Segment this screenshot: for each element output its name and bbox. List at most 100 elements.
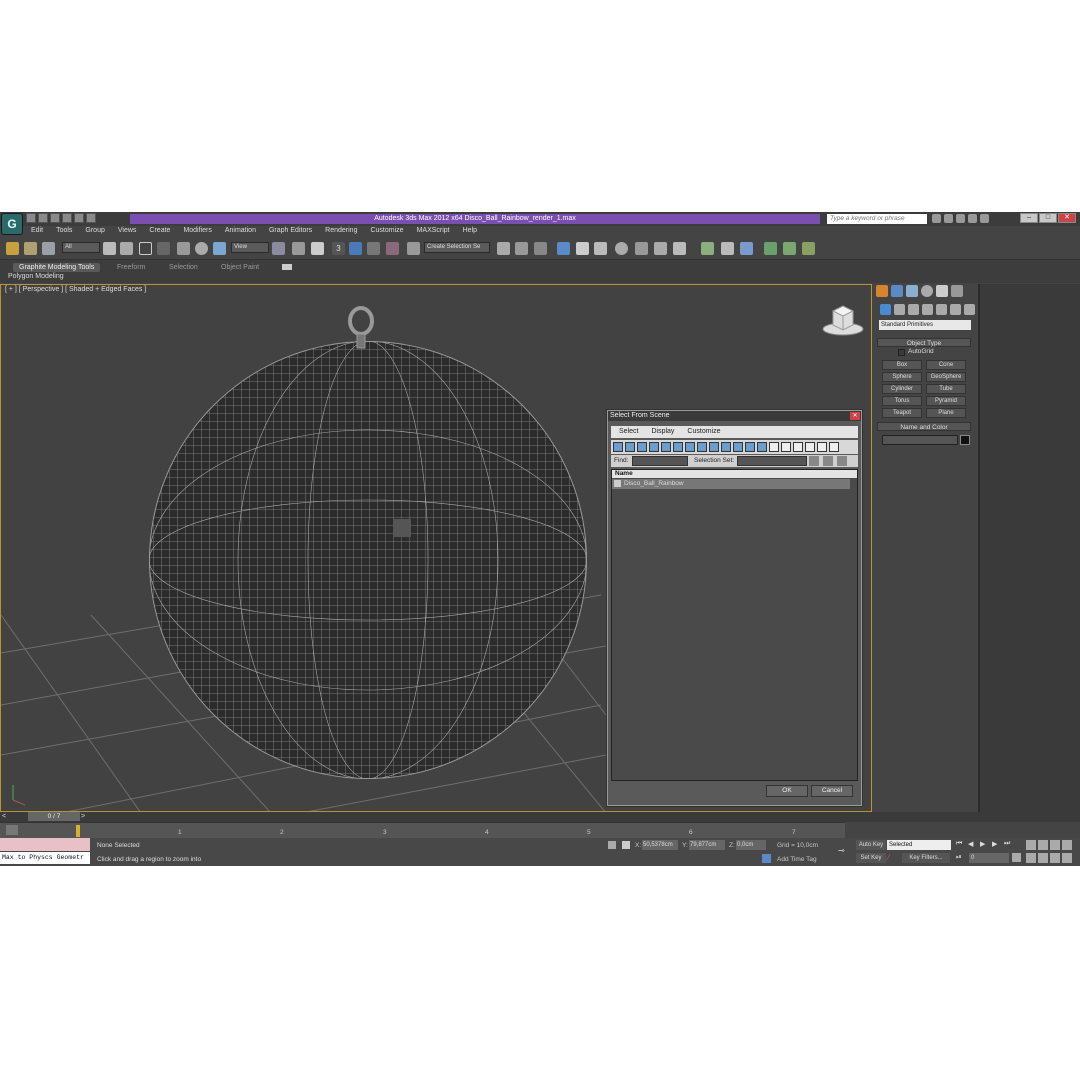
hierarchy-tab-icon[interactable] <box>906 285 918 297</box>
frame-counter[interactable]: 0 / 7 <box>28 812 80 821</box>
name-column-header[interactable]: Name <box>612 470 857 478</box>
menu-help[interactable]: Help <box>456 226 483 237</box>
zoom-all-icon[interactable] <box>1038 840 1048 850</box>
time-tag-icon[interactable] <box>762 854 771 863</box>
display-xrefs-icon[interactable] <box>697 442 707 452</box>
application-button[interactable]: G <box>1 213 23 235</box>
time-slider[interactable]: < 0 / 7 > <box>0 812 1080 822</box>
absolute-mode-icon[interactable] <box>622 841 630 849</box>
move-icon[interactable] <box>177 242 190 255</box>
lights-icon[interactable] <box>908 304 919 315</box>
scale-icon[interactable] <box>213 242 226 255</box>
menu-edit[interactable]: Edit <box>24 226 49 237</box>
menu-create[interactable]: Create <box>142 226 176 237</box>
name-and-color-rollout[interactable]: Name and Color <box>877 422 971 431</box>
percent-snap-icon[interactable] <box>367 242 380 255</box>
menu-animation[interactable]: Animation <box>218 226 262 237</box>
space-warps-icon[interactable] <box>950 304 961 315</box>
display-all-icon[interactable] <box>757 442 767 452</box>
selection-filter-dropdown[interactable]: All <box>62 242 100 253</box>
layer-manager-icon[interactable] <box>534 242 547 255</box>
edit-set-icon[interactable] <box>823 456 833 466</box>
reference-coordinate-dropdown[interactable]: View <box>231 242 269 253</box>
save-file-icon[interactable] <box>50 213 60 223</box>
tab-selection[interactable]: Selection <box>169 263 198 272</box>
key-mode-toggle-icon[interactable]: ⏯ <box>956 854 966 863</box>
create-set-icon[interactable] <box>809 456 819 466</box>
display-bones-icon[interactable] <box>709 442 719 452</box>
material-editor-icon[interactable] <box>615 242 628 255</box>
systems-icon[interactable] <box>964 304 975 315</box>
containers-icon[interactable] <box>701 242 714 255</box>
cameras-icon[interactable] <box>922 304 933 315</box>
set-key-icon[interactable]: ⁄ <box>888 853 900 863</box>
ribbon-panel-label[interactable]: Polygon Modeling <box>8 273 64 280</box>
z-coordinate-field[interactable]: 0,0cm <box>736 840 766 850</box>
dialog-menu-customize[interactable]: Customize <box>679 426 725 438</box>
rectangular-selection-icon[interactable] <box>139 242 152 255</box>
simulation-step-icon[interactable] <box>783 242 796 255</box>
unlink-icon[interactable] <box>24 242 37 255</box>
menu-rendering[interactable]: Rendering <box>318 226 363 237</box>
particle-view-icon[interactable] <box>721 242 734 255</box>
angle-snap-icon[interactable] <box>349 242 362 255</box>
open-file-icon[interactable] <box>38 213 48 223</box>
minimize-button[interactable]: – <box>1020 213 1038 223</box>
tab-object-paint[interactable]: Object Paint <box>221 263 259 272</box>
filter-options-icon[interactable] <box>829 442 839 452</box>
go-to-start-icon[interactable]: ⏮ <box>956 840 965 849</box>
motion-tab-icon[interactable] <box>921 285 933 297</box>
menu-views[interactable]: Views <box>111 226 143 237</box>
pyramid-button[interactable]: Pyramid <box>926 396 966 406</box>
create-tab-icon[interactable] <box>876 285 888 297</box>
close-button[interactable]: ✕ <box>1058 213 1076 223</box>
teapot-button[interactable]: Teapot <box>882 408 922 418</box>
menu-maxscript[interactable]: MAXScript <box>410 226 456 237</box>
tab-graphite-modeling-tools[interactable]: Graphite Modeling Tools <box>13 263 101 272</box>
add-time-tag[interactable]: Add Time Tag <box>777 856 817 863</box>
rendered-frame-window-icon[interactable] <box>654 242 667 255</box>
select-manipulate-icon[interactable] <box>292 242 305 255</box>
geometry-icon[interactable] <box>880 304 891 315</box>
object-type-rollout[interactable]: Object Type <box>877 338 971 347</box>
curve-editor-icon[interactable] <box>576 242 589 255</box>
helpers-icon[interactable] <box>936 304 947 315</box>
next-frame-icon[interactable]: ▶ <box>992 840 1001 849</box>
undo-icon[interactable] <box>62 213 72 223</box>
simulation-play-icon[interactable] <box>764 242 777 255</box>
display-lights-icon[interactable] <box>637 442 647 452</box>
bind-space-warp-icon[interactable] <box>42 242 55 255</box>
mirror-icon[interactable] <box>497 242 510 255</box>
timeline-track[interactable]: 1 2 3 4 5 6 7 <box>0 822 845 838</box>
zoom-extents-all-icon[interactable] <box>1062 840 1072 850</box>
schematic-view-icon[interactable] <box>594 242 607 255</box>
tab-freeform[interactable]: Freeform <box>117 263 145 272</box>
slider-prev-icon[interactable]: < <box>2 813 6 820</box>
edit-named-selection-icon[interactable] <box>407 242 420 255</box>
utilities-tab-icon[interactable] <box>951 285 963 297</box>
selection-lock-icon[interactable] <box>608 841 616 849</box>
tube-button[interactable]: Tube <box>926 384 966 394</box>
display-space-warps-icon[interactable] <box>673 442 683 452</box>
select-object-icon[interactable] <box>103 242 116 255</box>
remove-set-icon[interactable] <box>837 456 847 466</box>
display-containers-icon[interactable] <box>721 442 731 452</box>
modify-tab-icon[interactable] <box>891 285 903 297</box>
previous-frame-icon[interactable]: ◀ <box>968 840 977 849</box>
display-invert-icon[interactable] <box>781 442 791 452</box>
menu-graph-editors[interactable]: Graph Editors <box>262 226 318 237</box>
plane-button[interactable]: Plane <box>926 408 966 418</box>
find-input[interactable] <box>632 456 688 466</box>
play-icon[interactable]: ▶ <box>980 840 989 849</box>
pan-view-icon[interactable] <box>1038 853 1048 863</box>
render-production-icon[interactable] <box>673 242 686 255</box>
display-shapes-icon[interactable] <box>625 442 635 452</box>
render-setup-icon[interactable] <box>635 242 648 255</box>
field-of-view-icon[interactable] <box>1026 853 1036 863</box>
link-icon[interactable] <box>6 242 19 255</box>
display-groups-icon[interactable] <box>685 442 695 452</box>
time-cursor[interactable] <box>76 825 80 837</box>
menu-customize[interactable]: Customize <box>363 226 409 237</box>
help-icon[interactable] <box>980 214 989 223</box>
object-name-field[interactable] <box>882 435 958 445</box>
